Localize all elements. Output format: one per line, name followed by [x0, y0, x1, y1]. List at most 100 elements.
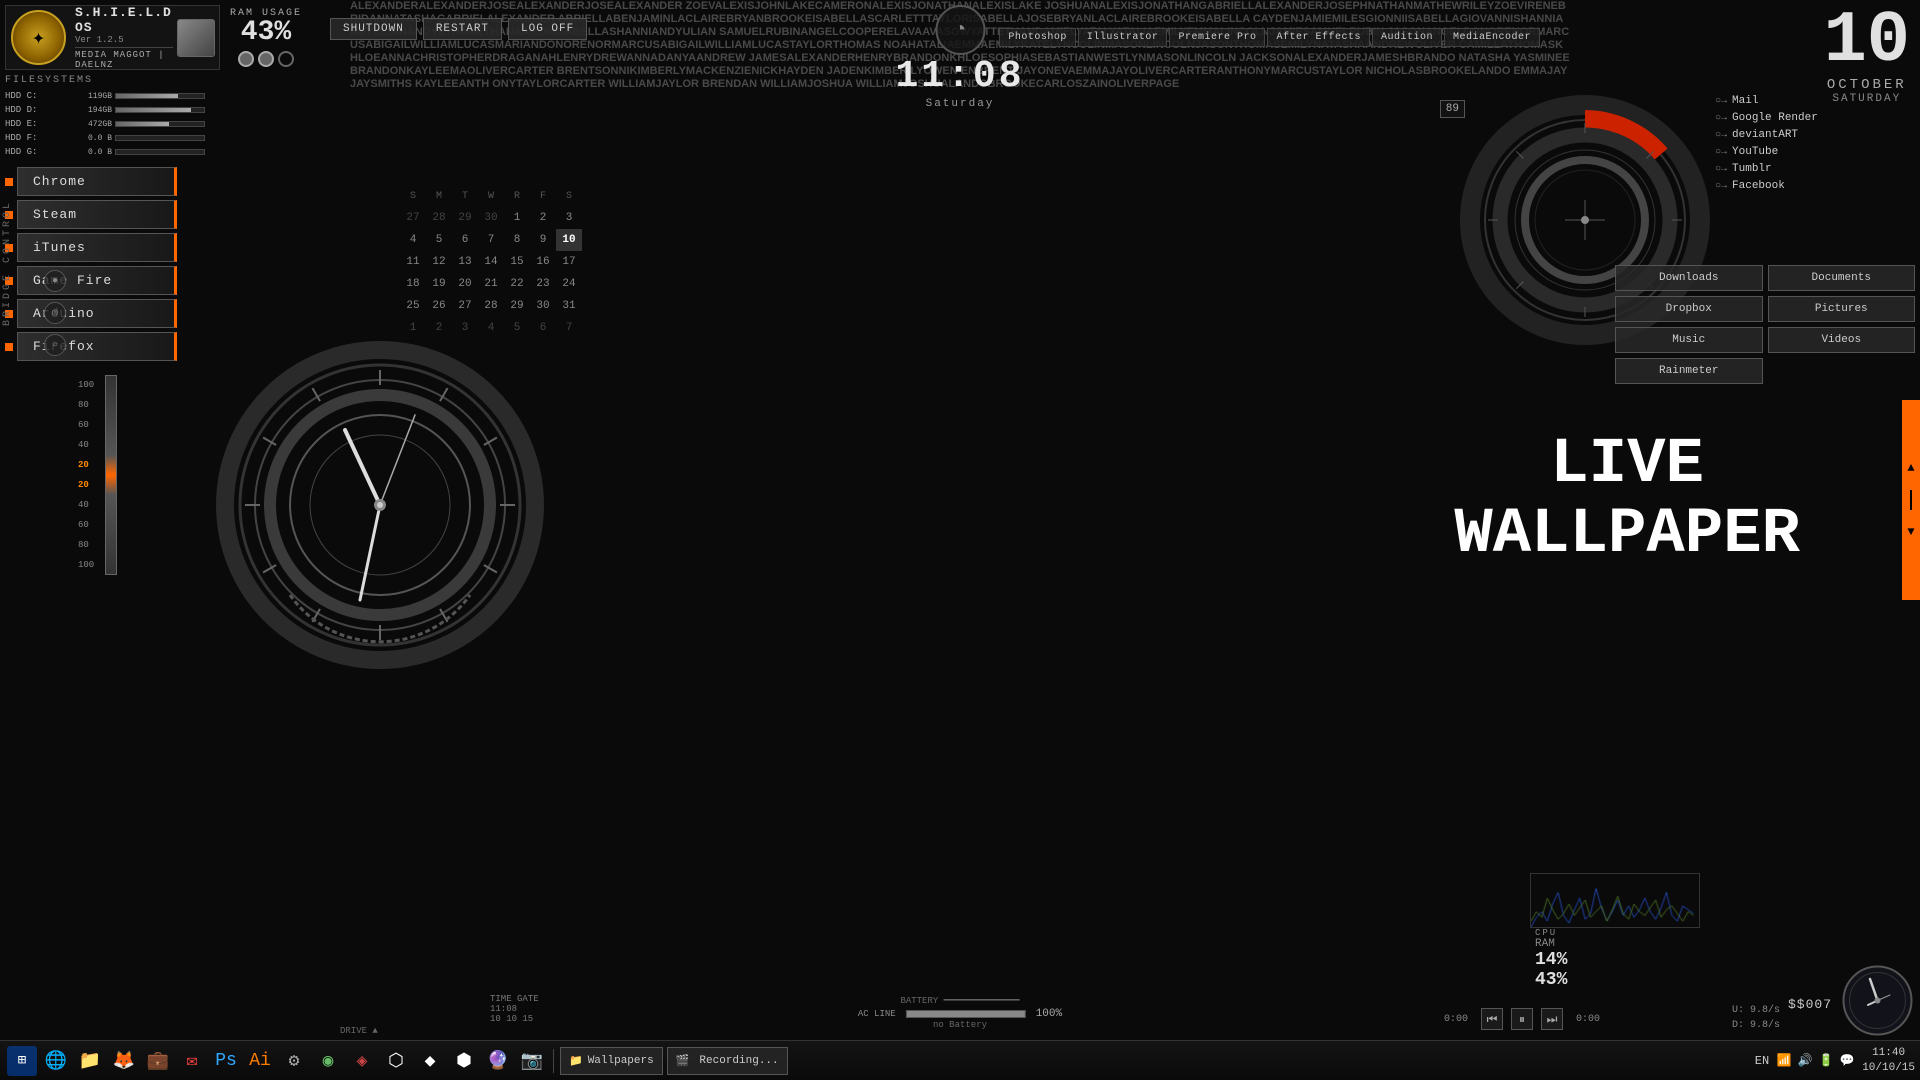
cal-day-3next: 3 [452, 317, 478, 339]
systray-network[interactable]: 📶 [1775, 1052, 1793, 1070]
cal-day-31[interactable]: 31 [556, 295, 582, 317]
cal-day-13[interactable]: 13 [452, 251, 478, 273]
taskbar-icon-file[interactable]: 📁 [75, 1046, 105, 1076]
shortcut-premiere[interactable]: Premiere Pro [1169, 28, 1265, 47]
taskbar-icon-app2[interactable]: ◉ [313, 1046, 343, 1076]
firefox-button[interactable]: Firefox [17, 332, 177, 361]
shortcut-googlerender[interactable]: ○→ Google Render [1715, 112, 1915, 124]
folder-dropbox[interactable]: Dropbox [1615, 296, 1763, 322]
taskbar-icon-ps[interactable]: Ps [211, 1046, 241, 1076]
shortcut-mail[interactable]: ○→ Mail [1715, 95, 1915, 107]
gamefire-button[interactable]: Game Fire [17, 266, 177, 295]
taskbar-icon-app8[interactable]: 📷 [517, 1046, 547, 1076]
fs-item-e: HDD E: 472GB [5, 119, 205, 129]
cal-day-7[interactable]: 7 [478, 229, 504, 251]
cal-day-22[interactable]: 22 [504, 273, 530, 295]
cal-day-11[interactable]: 11 [400, 251, 426, 273]
shortcut-tumblr[interactable]: ○→ Tumblr [1715, 163, 1915, 175]
chrome-button[interactable]: Chrome [17, 167, 177, 196]
cal-day-12[interactable]: 12 [426, 251, 452, 273]
next-button[interactable]: ⏭ [1541, 1008, 1563, 1030]
taskbar-icon-browser[interactable]: 🦊 [109, 1046, 139, 1076]
taskbar-icon-app5[interactable]: ◆ [415, 1046, 445, 1076]
edge-arrow-up[interactable]: ▲ [1907, 461, 1914, 475]
edge-arrow-down[interactable]: ▼ [1907, 525, 1914, 539]
prev-button[interactable]: ⏮ [1481, 1008, 1503, 1030]
play-pause-button[interactable]: ⏸ [1511, 1008, 1533, 1030]
steam-button[interactable]: Steam [17, 200, 177, 229]
edge-icon-1[interactable]: ● [44, 270, 66, 292]
shortcut-photoshop[interactable]: Photoshop [999, 28, 1076, 47]
shortcut-mediaencoder[interactable]: MediaEncoder [1444, 28, 1540, 47]
cal-day-3[interactable]: 3 [556, 207, 582, 229]
edge-icon-3[interactable]: ○ [44, 334, 66, 356]
cal-day-6[interactable]: 6 [452, 229, 478, 251]
cal-day-5[interactable]: 5 [426, 229, 452, 251]
taskbar-icon-app4[interactable]: ⬡ [381, 1046, 411, 1076]
shortcut-audition[interactable]: Audition [1372, 28, 1442, 47]
taskbar-recording[interactable]: 🎬 Recording... [667, 1047, 788, 1075]
restart-button[interactable]: RESTART [423, 18, 502, 40]
edge-icon-2[interactable]: ◎ [44, 302, 66, 324]
shutdown-button[interactable]: SHUTDOWN [330, 18, 417, 40]
cal-day-24[interactable]: 24 [556, 273, 582, 295]
folder-documents[interactable]: Documents [1768, 265, 1916, 291]
folder-rainmeter[interactable]: Rainmeter [1615, 358, 1763, 384]
recording-label: Recording... [699, 1055, 778, 1067]
itunes-button[interactable]: iTunes [17, 233, 177, 262]
taskbar-wallpapers[interactable]: 📁 Wallpapers [560, 1047, 663, 1075]
folder-pictures[interactable]: Pictures [1768, 296, 1916, 322]
taskbar-icon-mail[interactable]: ✉ [177, 1046, 207, 1076]
cal-day-2[interactable]: 2 [530, 207, 556, 229]
cal-day-25[interactable]: 25 [400, 295, 426, 317]
cal-day-30[interactable]: 30 [530, 295, 556, 317]
cal-day-15[interactable]: 15 [504, 251, 530, 273]
app-item-itunes[interactable]: iTunes [5, 233, 220, 262]
taskbar-icon-app6[interactable]: ⬢ [449, 1046, 479, 1076]
taskbar-icon-app3[interactable]: ◈ [347, 1046, 377, 1076]
app-item-firefox[interactable]: Firefox [5, 332, 220, 361]
cal-day-8[interactable]: 8 [504, 229, 530, 251]
cal-day-1[interactable]: 1 [504, 207, 530, 229]
app-item-gamefire[interactable]: Game Fire [5, 266, 220, 295]
taskbar-icon-ie[interactable]: 🌐 [41, 1046, 71, 1076]
cal-day-10-today[interactable]: 10 [556, 229, 582, 251]
shortcut-deviantart[interactable]: ○→ deviantART [1715, 129, 1915, 141]
logoff-button[interactable]: LOG OFF [508, 18, 587, 40]
arduino-button[interactable]: Arduino [17, 299, 177, 328]
taskbar-icon-tool[interactable]: ⚙ [279, 1046, 309, 1076]
app-item-chrome[interactable]: Chrome [5, 167, 220, 196]
shortcut-illustrator[interactable]: Illustrator [1078, 28, 1168, 47]
shortcut-aftereffects[interactable]: After Effects [1267, 28, 1370, 47]
systray-battery[interactable]: 🔋 [1817, 1052, 1835, 1070]
cal-day-4[interactable]: 4 [400, 229, 426, 251]
folder-videos[interactable]: Videos [1768, 327, 1916, 353]
cal-day-27[interactable]: 27 [452, 295, 478, 317]
cal-day-9[interactable]: 9 [530, 229, 556, 251]
systray-action-center[interactable]: 💬 [1838, 1052, 1856, 1070]
shortcut-facebook[interactable]: ○→ Facebook [1715, 180, 1915, 192]
cal-day-26[interactable]: 26 [426, 295, 452, 317]
cal-day-29[interactable]: 29 [504, 295, 530, 317]
recording-icon: 🎬 [676, 1054, 690, 1068]
shortcut-youtube[interactable]: ○→ YouTube [1715, 146, 1915, 158]
app-item-steam[interactable]: Steam [5, 200, 220, 229]
cal-day-19[interactable]: 19 [426, 273, 452, 295]
systray-speaker[interactable]: 🔊 [1796, 1052, 1814, 1070]
app-item-arduino[interactable]: Arduino [5, 299, 220, 328]
cal-day-20[interactable]: 20 [452, 273, 478, 295]
cal-day-16[interactable]: 16 [530, 251, 556, 273]
taskbar-icon-finder[interactable]: 💼 [143, 1046, 173, 1076]
folder-downloads[interactable]: Downloads [1615, 265, 1763, 291]
folder-music[interactable]: Music [1615, 327, 1763, 353]
start-button[interactable]: ⊞ [7, 1046, 37, 1076]
cal-day-23[interactable]: 23 [530, 273, 556, 295]
cal-day-28[interactable]: 28 [478, 295, 504, 317]
taskbar-icon-app7[interactable]: 🔮 [483, 1046, 513, 1076]
cal-day-21[interactable]: 21 [478, 273, 504, 295]
cal-day-18[interactable]: 18 [400, 273, 426, 295]
taskbar-icon-ai[interactable]: Ai [245, 1046, 275, 1076]
cal-day-17[interactable]: 17 [556, 251, 582, 273]
taskbar-date-value: 10/10/15 [1862, 1061, 1915, 1075]
cal-day-14[interactable]: 14 [478, 251, 504, 273]
